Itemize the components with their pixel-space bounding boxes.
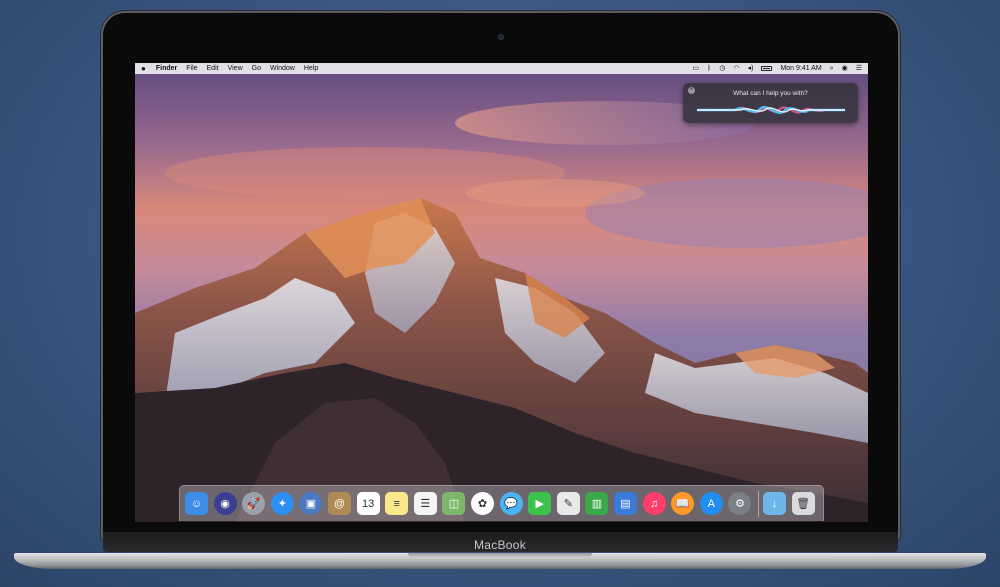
airplay-icon[interactable]: ▭ — [693, 63, 700, 74]
menu-view[interactable]: View — [228, 63, 243, 74]
menu-help[interactable]: Help — [304, 63, 318, 74]
dock: ☺ ◉ 🚀 ✦ ▣ @13 ≡ ☰ ◫ ✿ 💬 ▶ ✎ ▥ ▤ ♫ 📖 A ⚙ ↓ 🗑 — [179, 485, 824, 521]
dock-system-preferences-icon[interactable]: ⚙ — [728, 492, 752, 515]
dock-preview-icon[interactable]: ▣ — [299, 492, 323, 515]
dock-numbers-icon[interactable]: ▥ — [585, 492, 609, 515]
menu-edit[interactable]: Edit — [207, 63, 219, 74]
dock-ibooks-icon[interactable]: 📖 — [671, 492, 695, 515]
bluetooth-icon[interactable]: ᛒ — [707, 63, 711, 74]
dock-launchpad-icon[interactable]: 🚀 — [242, 492, 266, 515]
menu-bar: ● Finder File Edit View Go Window Help ▭… — [135, 63, 868, 74]
laptop-notch — [408, 553, 592, 558]
search-icon[interactable]: ⌕ — [830, 63, 834, 74]
volume-icon[interactable]: ◂) — [748, 63, 754, 74]
menu-go[interactable]: Go — [252, 63, 261, 74]
dock-contacts-icon[interactable]: @ — [328, 492, 351, 515]
clock[interactable]: Mon 9:41 AM — [780, 63, 821, 74]
menu-file[interactable]: File — [186, 63, 197, 74]
desktop-wallpaper — [135, 63, 868, 522]
siri-icon[interactable]: ◉ — [842, 63, 848, 74]
camera — [498, 34, 504, 40]
dock-messages-icon[interactable]: 💬 — [499, 492, 523, 515]
dock-calendar-icon[interactable]: 13 — [356, 492, 380, 515]
siri-waveform — [697, 105, 845, 115]
list-icon[interactable]: ☰ — [856, 63, 862, 74]
dock-reminders-icon[interactable]: ☰ — [413, 492, 437, 515]
dock-photos-icon[interactable]: ✿ — [471, 492, 494, 515]
siri-prompt: What can I help you with? — [733, 90, 808, 97]
laptop-lid: ● Finder File Edit View Go Window Help ▭… — [103, 13, 898, 540]
status-area: ▭ ᛒ ◷ ◠ ◂) Mon 9:41 AM ⌕ ◉ ☰ — [685, 63, 862, 74]
time-machine-icon[interactable]: ◷ — [719, 63, 725, 74]
brand-label: MacBook — [473, 538, 527, 552]
dock-notes-icon[interactable]: ≡ — [385, 492, 409, 515]
dock-trash-icon[interactable]: 🗑 — [791, 492, 815, 515]
dock-textedit-icon[interactable]: ✎ — [556, 492, 580, 515]
dock-app-store-icon[interactable]: A — [699, 492, 723, 515]
dock-photo-booth-icon[interactable]: ◫ — [442, 492, 466, 515]
dock-siri-icon[interactable]: ◉ — [213, 492, 237, 515]
apple-icon[interactable]: ● — [141, 63, 146, 74]
menu-window[interactable]: Window — [270, 63, 295, 74]
dock-downloads-folder-icon[interactable]: ↓ — [763, 492, 786, 515]
dock-keynote-icon[interactable]: ▤ — [614, 492, 637, 515]
dock-itunes-icon[interactable]: ♫ — [642, 492, 666, 515]
dock-separator — [758, 491, 759, 517]
dock-finder-icon[interactable]: ☺ — [185, 492, 208, 515]
siri-panel: × What can I help you with? — [683, 83, 858, 123]
screen: ● Finder File Edit View Go Window Help ▭… — [135, 63, 868, 522]
battery-icon[interactable] — [761, 66, 773, 71]
dock-safari-icon[interactable]: ✦ — [270, 492, 294, 515]
dock-facetime-icon[interactable]: ▶ — [528, 492, 552, 515]
menu-app-name[interactable]: Finder — [156, 63, 177, 74]
wifi-icon[interactable]: ◠ — [733, 63, 739, 74]
